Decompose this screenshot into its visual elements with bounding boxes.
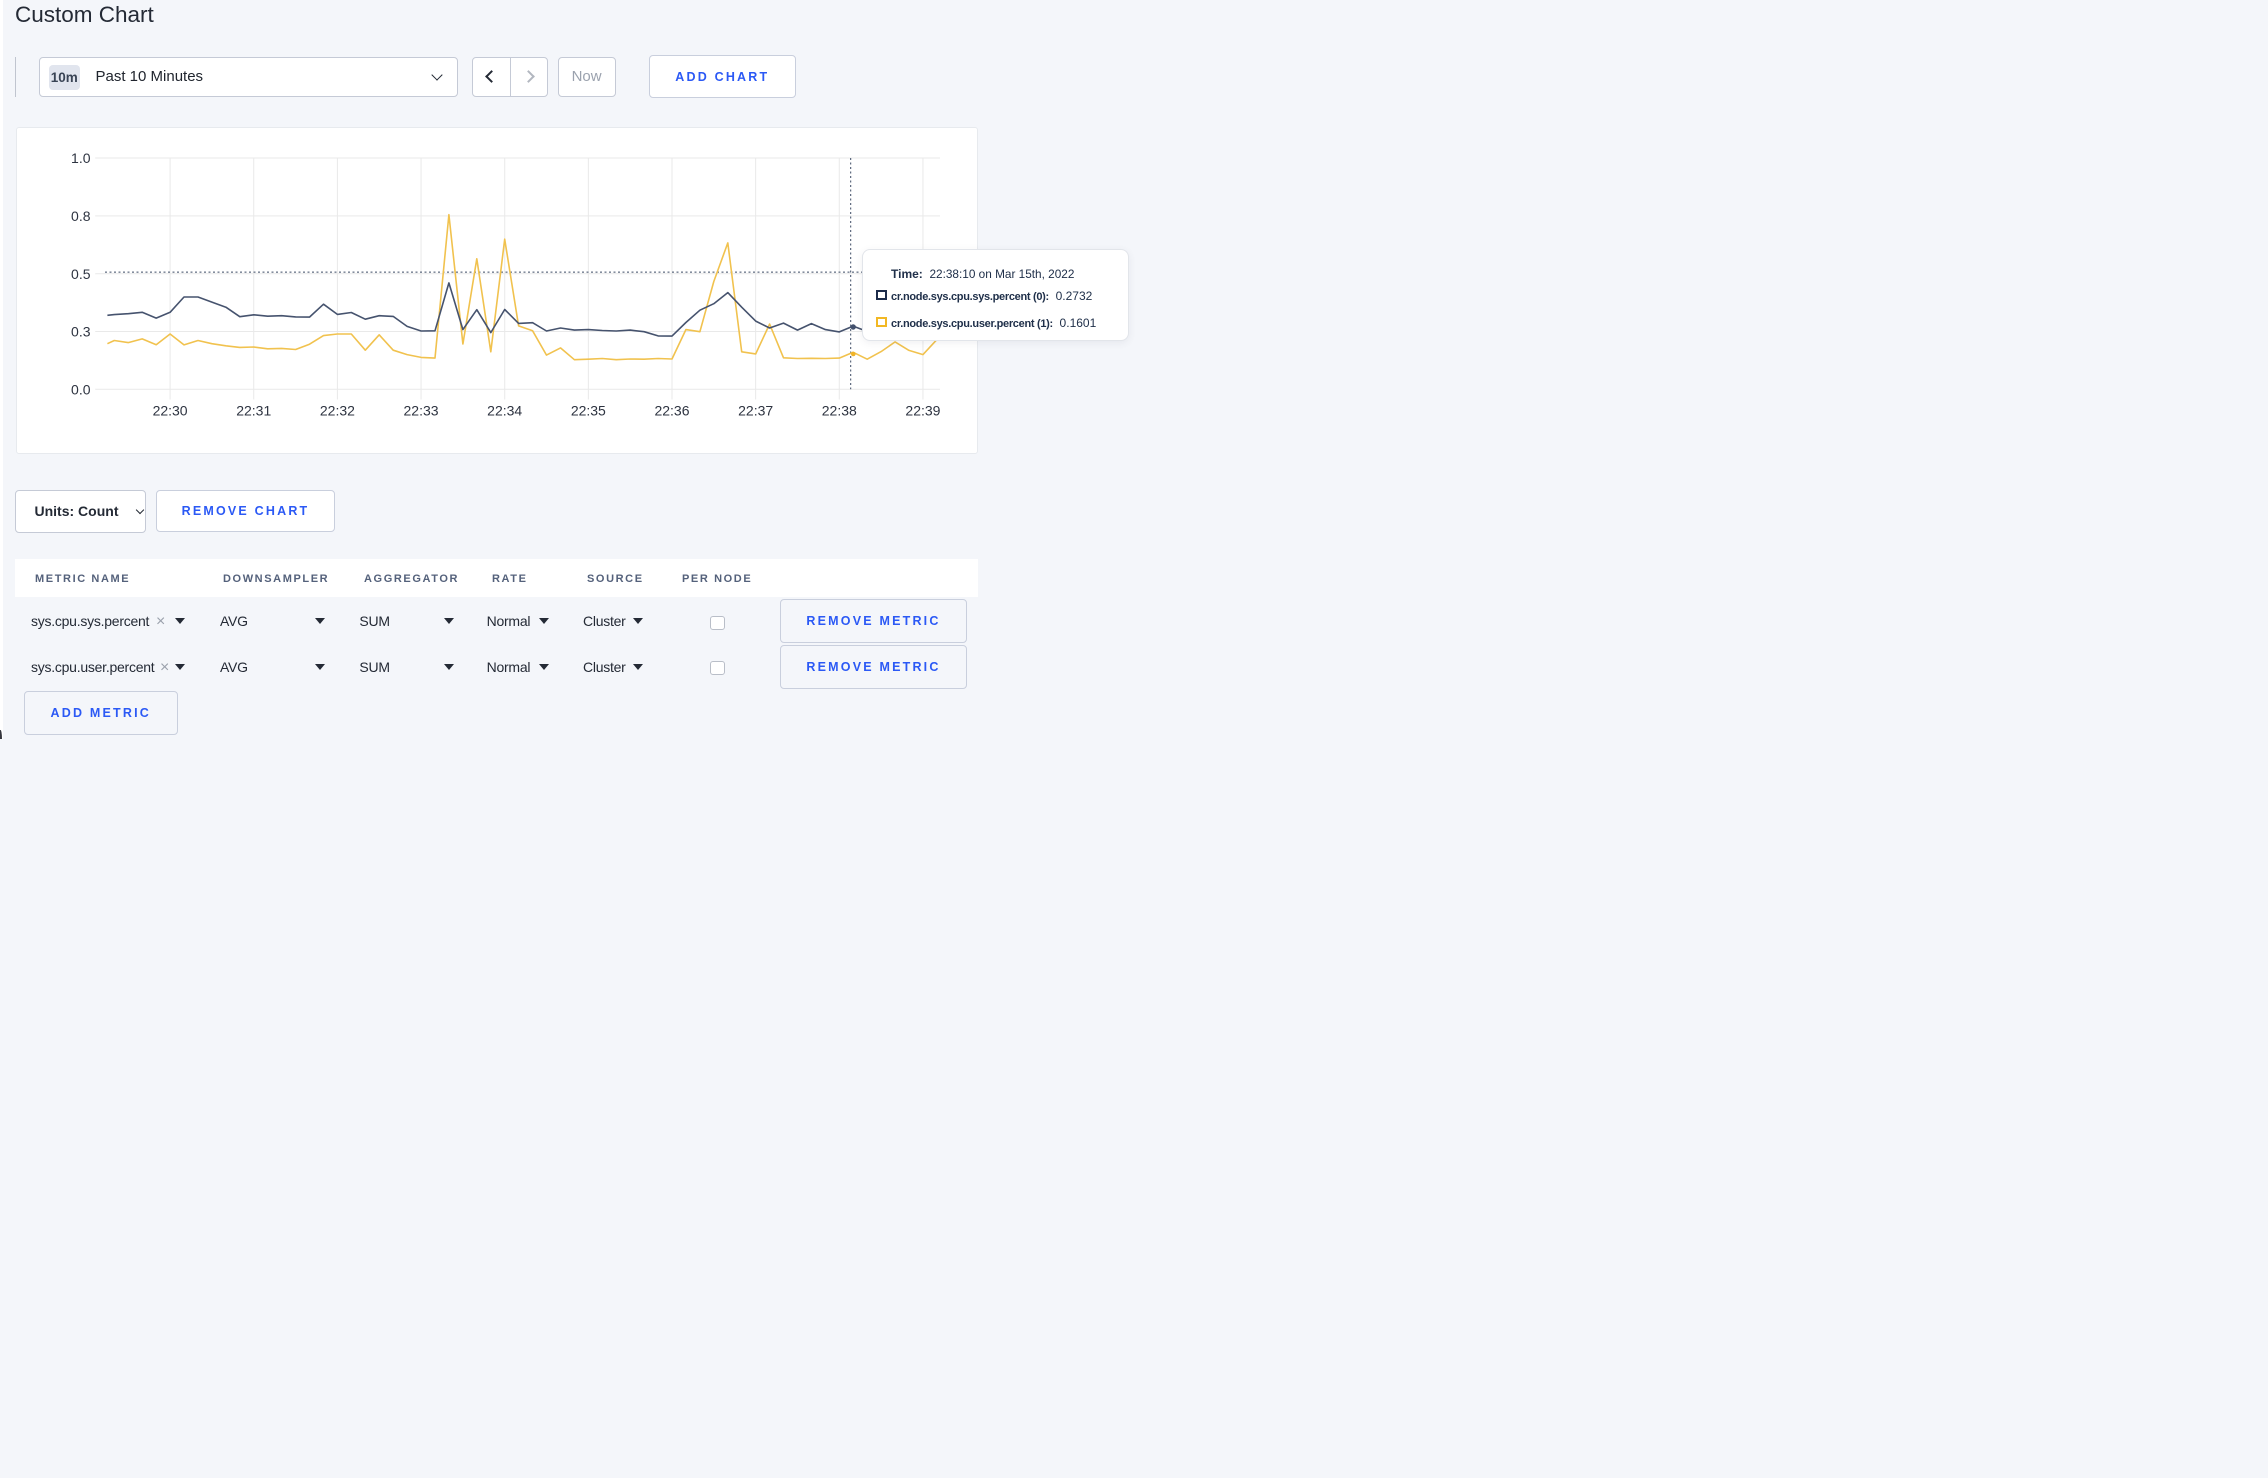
svg-text:22:38: 22:38 xyxy=(822,402,857,418)
svg-text:22:37: 22:37 xyxy=(738,402,773,418)
svg-text:22:33: 22:33 xyxy=(404,402,439,418)
svg-text:22:30: 22:30 xyxy=(153,402,188,418)
svg-text:22:34: 22:34 xyxy=(487,402,522,418)
svg-text:22:36: 22:36 xyxy=(654,402,689,418)
svg-text:0.8: 0.8 xyxy=(71,207,91,223)
svg-text:22:32: 22:32 xyxy=(320,402,355,418)
svg-text:22:31: 22:31 xyxy=(236,402,271,418)
svg-text:0.0: 0.0 xyxy=(71,381,91,397)
svg-text:22:35: 22:35 xyxy=(571,402,606,418)
svg-text:1.0: 1.0 xyxy=(71,150,91,166)
svg-text:22:39: 22:39 xyxy=(905,402,940,418)
svg-text:0.3: 0.3 xyxy=(71,323,91,339)
svg-text:0.5: 0.5 xyxy=(71,265,91,281)
